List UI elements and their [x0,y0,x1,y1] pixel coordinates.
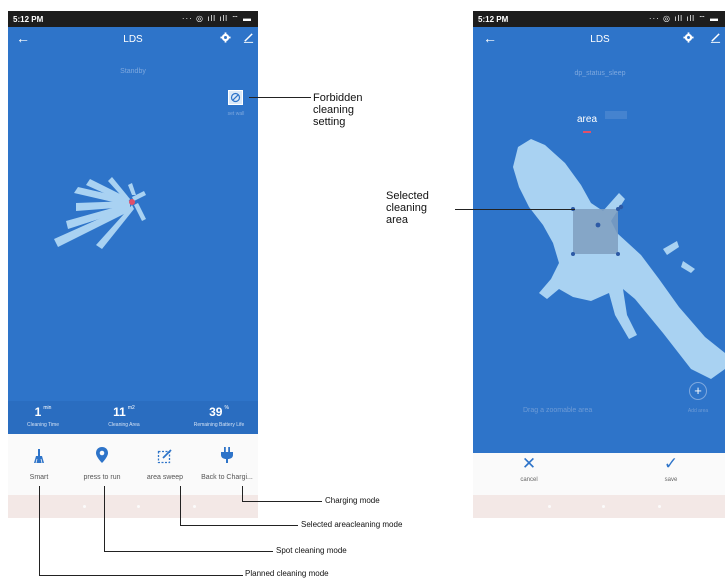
other-tab[interactable] [605,111,627,119]
area-sweep-button[interactable]: area sweep [134,434,196,481]
close-icon: ✕ [521,454,537,473]
set-wall-label: set wall [227,111,245,117]
cleaning-area-label: Cleaning Area [108,422,140,428]
robot-status: dp_status_sleep [574,70,626,77]
right-phone-screen: 5:12 PM ··· ◎ ıll ıll ⌔ ▬ ← LDS dp_statu… [473,11,725,518]
left-phone-screen: 5:12 PM ··· ◎ ıll ıll ⌔ ▬ ← LDS Standby … [8,11,258,518]
selected-area-box[interactable] [573,209,618,254]
save-label: save [664,477,678,483]
selected-area-annotation-line: Selected [386,190,429,202]
cleaning-time-stat: 1 min Cleaning Time [13,405,73,428]
mode-bar: Smart press to run area sweep Back to Ch… [8,434,258,495]
status-bar: 5:12 PM ··· ◎ ıll ıll ⌔ ▬ [8,11,258,27]
back-to-charge-button[interactable]: Back to Chargi... [196,434,258,481]
nav-dot[interactable] [602,505,605,508]
nav-dot[interactable] [193,505,196,508]
back-to-charge-label: Back to Chargi... [201,474,253,481]
save-button[interactable]: ✓ save [653,454,689,484]
edit-pencil-icon[interactable] [710,32,721,43]
add-area-label: Add area [687,408,709,414]
forbidden-setting-button[interactable] [228,90,243,105]
forbidden-annotation-line: cleaning [313,104,354,116]
nav-dot[interactable] [548,505,551,508]
location-pin-icon [96,447,108,463]
selected-area-annotation-line: area [386,214,409,226]
drag-zoom-hint: Drag a zoomable area [523,407,593,414]
spot-mode-label: Spot cleaning mode [276,546,347,555]
settings-gear-icon[interactable] [683,32,694,43]
planned-mode-leader-line [39,486,40,576]
spot-mode-label: press to run [83,474,121,481]
spot-mode-leader-line [104,551,273,552]
status-icons: ··· ◎ ıll ıll ⌔ ▬ [181,14,252,23]
battery-value: 39 [209,405,223,419]
no-entry-icon [230,92,241,103]
spot-mode-button[interactable]: press to run [71,434,133,481]
status-time: 5:12 PM [478,15,509,24]
smart-mode-label: Smart [29,474,49,481]
action-bar: ✕ cancel ✓ save [473,453,725,495]
system-nav-bar [8,495,258,518]
planned-mode-label: Planned cleaning mode [245,569,329,578]
spot-mode-leader-line [104,486,105,552]
planned-mode-leader-line [39,575,243,576]
area-mode-leader-line [180,525,298,526]
charging-mode-label: Charging mode [325,496,380,505]
cleaning-map [54,177,146,249]
area-mode-leader-line [180,486,181,526]
area-sweep-label: area sweep [146,474,184,481]
plus-icon: + [694,383,702,398]
add-area-button[interactable]: + [689,382,707,400]
cleaning-area-stat: 11 m2 Cleaning Area [94,405,154,428]
status-icons: ··· ◎ ıll ıll ⌔ ▬ [648,14,719,23]
cancel-button[interactable]: ✕ cancel [511,454,547,484]
forbidden-annotation: Forbidden cleaning setting [313,92,363,128]
area-tab-label: area [576,114,597,125]
robot-status: Standby [120,68,146,75]
charging-plug-icon [221,447,233,463]
cleaning-stats: 1 min Cleaning Time 11 m2 Cleaning Area 39… [8,401,258,434]
cleaning-time-value: 1 [34,405,42,419]
area-mode-label: Selected areacleaning mode [301,520,403,529]
cleaning-time-unit: min [43,405,52,411]
nav-dot[interactable] [83,505,86,508]
battery-stat: 39% Remaining Battery Life [184,405,254,428]
checkmark-icon: ✓ [663,454,679,473]
nav-dot[interactable] [137,505,140,508]
smart-mode-button[interactable]: Smart [8,434,70,481]
cleaning-time-label: Cleaning Time [27,422,59,428]
selected-area-leader-line [455,209,575,210]
edit-pencil-icon[interactable] [243,32,254,43]
battery-unit: % [224,405,229,411]
selected-area-annotation-line: cleaning [386,202,427,214]
status-bar: 5:12 PM ··· ◎ ıll ıll ⌔ ▬ [473,11,725,27]
cleaning-area-value: 11 [113,405,126,419]
selected-area-annotation: Selected cleaning area [386,190,429,226]
cancel-label: cancel [520,477,538,483]
battery-label: Remaining Battery Life [193,422,245,428]
broom-icon [34,449,44,464]
charging-leader-line [242,486,243,502]
system-nav-bar [473,495,725,518]
settings-gear-icon[interactable] [220,32,231,43]
forbidden-leader-line [249,97,311,98]
forbidden-annotation-line: Forbidden [313,92,363,104]
cleaning-map [513,139,725,379]
area-select-icon [157,449,172,464]
status-time: 5:12 PM [13,15,44,24]
cleaning-area-unit: m2 [127,405,135,411]
nav-dot[interactable] [658,505,661,508]
forbidden-annotation-line: setting [313,116,346,128]
charging-leader-line [242,501,322,502]
